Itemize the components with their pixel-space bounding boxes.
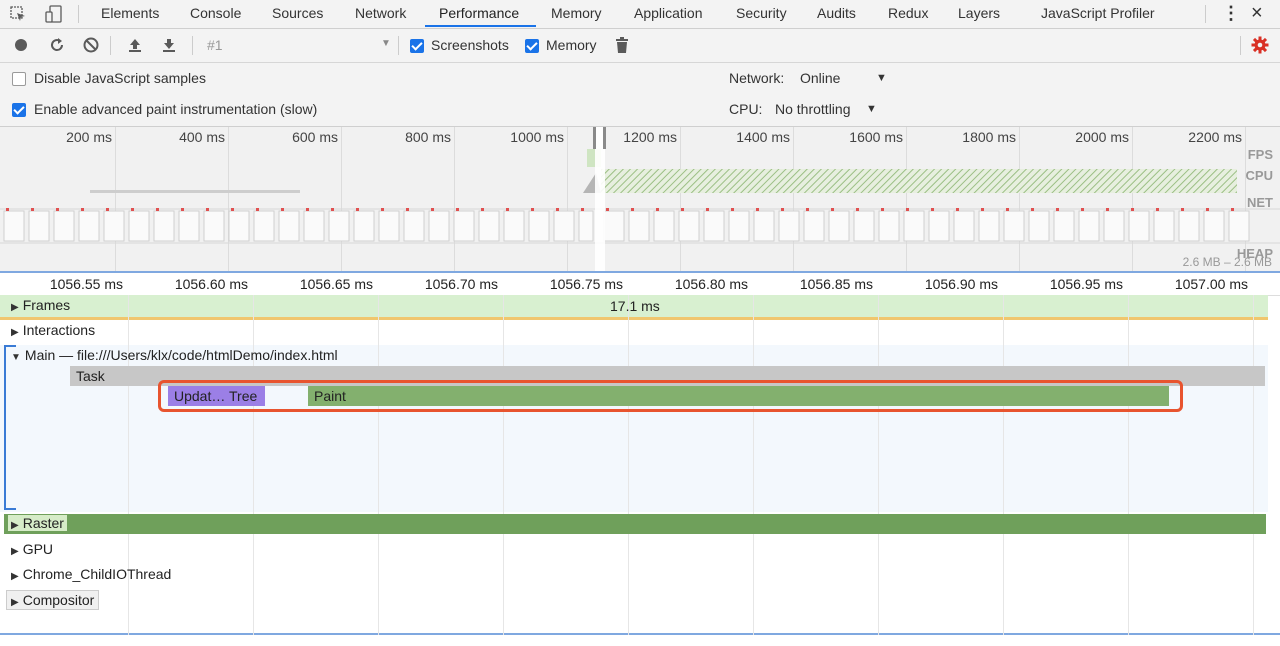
frames-track-label: Frames <box>22 297 71 313</box>
ruler-tick-label: 1056.75 ms <box>549 276 623 292</box>
io-thread-track-label: Chrome_ChildIOThread <box>22 566 172 582</box>
profile-select[interactable]: #1 <box>207 37 223 53</box>
cpu-chevron-down-icon[interactable]: ▼ <box>866 103 877 115</box>
tab-layers[interactable]: Layers <box>958 0 1000 28</box>
tab-memory[interactable]: Memory <box>551 0 602 28</box>
enable-paint-checkbox[interactable] <box>12 103 26 117</box>
screenshots-label: Screenshots <box>431 37 509 53</box>
highlight-box <box>158 380 1183 412</box>
frame-duration-label[interactable]: 17.1 ms <box>610 298 660 314</box>
chevron-down-icon[interactable]: ▼ <box>381 38 391 49</box>
disable-js-samples-label: Disable JavaScript samples <box>34 70 206 86</box>
tab-application[interactable]: Application <box>634 0 703 28</box>
devtools-tab-bar: Elements Console Sources Network Perform… <box>0 0 1280 29</box>
expand-arrow-icon[interactable]: ▶ <box>11 327 19 338</box>
timeline-overview[interactable]: 200 ms 400 ms 600 ms 800 ms 1000 ms 1200… <box>0 127 1280 272</box>
ruler-tick-label: 1056.60 ms <box>174 276 248 292</box>
fps-track-label: FPS <box>1247 147 1273 162</box>
compositor-track-header[interactable]: ▶ Compositor <box>6 590 100 610</box>
main-track-label: Main — file:///Users/klx/code/htmlDemo/i… <box>24 347 338 363</box>
load-profile-icon[interactable] <box>127 37 143 56</box>
gear-icon[interactable] <box>1251 36 1269 57</box>
net-track-label: NET <box>1247 195 1273 210</box>
tab-security[interactable]: Security <box>736 0 787 28</box>
timeline-ruler: 1056.55 ms 1056.60 ms 1056.65 ms 1056.70… <box>0 273 1280 296</box>
active-tab-indicator <box>425 25 536 27</box>
expand-arrow-icon[interactable]: ▶ <box>11 302 19 313</box>
gpu-track-header[interactable]: ▶ GPU <box>11 541 53 557</box>
network-label: Network: <box>729 70 785 86</box>
expand-arrow-icon[interactable]: ▶ <box>11 571 19 582</box>
main-track-header[interactable]: ▼ Main — file:///Users/klx/code/htmlDemo/… <box>11 347 338 363</box>
interactions-track-header[interactable]: ▶ Interactions <box>11 322 95 338</box>
compositor-track-label: Compositor <box>22 592 95 608</box>
tab-redux[interactable]: Redux <box>888 0 928 28</box>
expand-arrow-icon[interactable]: ▶ <box>11 546 19 557</box>
ruler-tick-label: 1056.70 ms <box>424 276 498 292</box>
ruler-tick-label: 1056.85 ms <box>799 276 873 292</box>
interactions-track-label: Interactions <box>22 322 96 338</box>
ruler-tick-label: 1056.55 ms <box>49 276 123 292</box>
network-throttle-select[interactable]: Online <box>800 70 840 86</box>
record-icon[interactable] <box>15 39 27 51</box>
heap-range-label: 2.6 MB – 2.6 MB <box>1182 255 1272 269</box>
performance-controls-bar: #1 ▼ Screenshots Memory <box>0 29 1280 63</box>
inspect-element-icon[interactable] <box>10 6 26 22</box>
cpu-throttle-select[interactable]: No throttling <box>775 101 850 117</box>
tab-performance[interactable]: Performance <box>439 0 519 28</box>
ruler-tick-label: 1056.65 ms <box>299 276 373 292</box>
reload-record-icon[interactable] <box>48 36 66 57</box>
trash-icon[interactable] <box>615 37 629 57</box>
raster-track-label: Raster <box>22 515 64 531</box>
collapse-arrow-icon[interactable]: ▼ <box>11 352 21 363</box>
io-thread-track-header[interactable]: ▶ Chrome_ChildIOThread <box>11 566 171 582</box>
cpu-track-label: CPU <box>1245 168 1273 183</box>
tab-elements[interactable]: Elements <box>101 0 159 28</box>
expand-arrow-icon[interactable]: ▶ <box>11 597 19 608</box>
ruler-tick-label: 1057.00 ms <box>1174 276 1248 292</box>
clear-icon[interactable] <box>82 36 100 57</box>
cpu-label: CPU: <box>729 101 763 117</box>
tab-console[interactable]: Console <box>190 0 241 28</box>
capture-settings-panel: Disable JavaScript samples Enable advanc… <box>0 63 1280 127</box>
save-profile-icon[interactable] <box>161 37 177 56</box>
ruler-tick-label: 1056.90 ms <box>924 276 998 292</box>
close-icon[interactable]: × <box>1251 0 1263 28</box>
enable-paint-label: Enable advanced paint instrumentation (s… <box>34 101 318 117</box>
more-menu-icon[interactable]: ⋮ <box>1222 0 1240 28</box>
gpu-track-label: GPU <box>22 541 54 557</box>
ruler-tick-label: 1056.95 ms <box>1049 276 1123 292</box>
raster-track-header[interactable]: ▶ Raster <box>8 515 67 531</box>
tab-javascript-profiler[interactable]: JavaScript Profiler <box>1041 0 1155 28</box>
device-toolbar-icon[interactable] <box>44 4 64 24</box>
disable-js-samples-checkbox[interactable] <box>12 72 26 86</box>
screenshots-checkbox[interactable] <box>410 39 424 53</box>
expand-arrow-icon[interactable]: ▶ <box>11 520 19 531</box>
network-chevron-down-icon[interactable]: ▼ <box>876 72 887 84</box>
tab-audits[interactable]: Audits <box>817 0 856 28</box>
memory-checkbox[interactable] <box>525 39 539 53</box>
tab-network[interactable]: Network <box>355 0 406 28</box>
ruler-tick-label: 1056.80 ms <box>674 276 748 292</box>
tab-sources[interactable]: Sources <box>272 0 323 28</box>
flame-chart[interactable] <box>0 295 1280 635</box>
frames-track-header[interactable]: ▶ Frames <box>11 297 71 313</box>
overview-graphs <box>0 127 1280 272</box>
raster-track-bg <box>4 514 1266 534</box>
memory-label: Memory <box>546 37 597 53</box>
